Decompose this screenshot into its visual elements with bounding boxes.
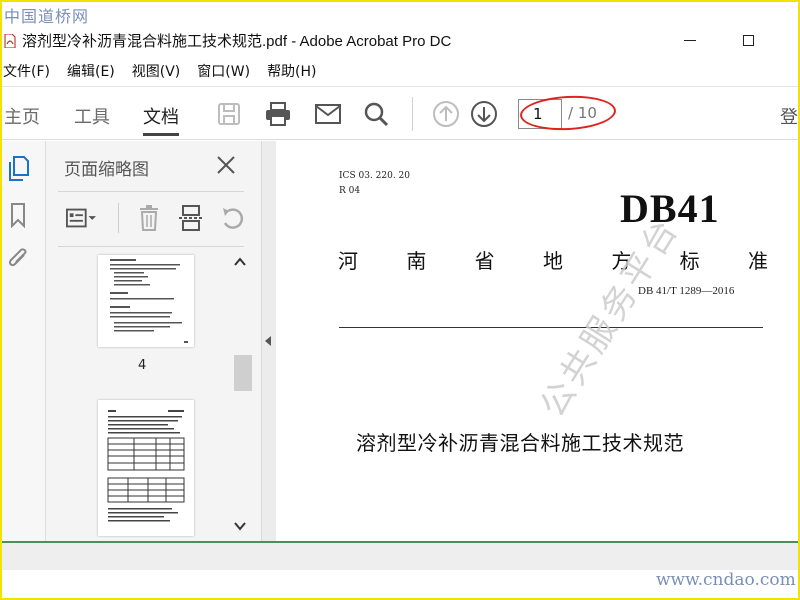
close-icon	[217, 156, 235, 174]
pdf-file-icon	[4, 33, 16, 49]
collapse-arrow-icon	[265, 336, 271, 346]
delete-page-button[interactable]	[134, 203, 164, 233]
menu-bar: 文件(F) 编辑(E) 视图(V) 窗口(W) 帮助(H)	[2, 58, 798, 84]
chevron-down-icon[interactable]	[234, 521, 246, 533]
toolbar-separator	[412, 97, 413, 131]
heading-char: 南	[406, 249, 427, 273]
main-toolbar: 主页 工具 文档 1 / 10 登	[2, 86, 798, 140]
maximize-icon	[742, 34, 754, 46]
standard-type-heading: 河 南 省 地 方 标 准	[338, 245, 768, 274]
menu-window[interactable]: 窗口(W)	[197, 61, 250, 81]
page-thumbnails-icon[interactable]	[6, 155, 32, 183]
thumbnail-options-button[interactable]	[66, 203, 96, 233]
search-icon[interactable]	[361, 99, 391, 129]
bookmark-icon[interactable]	[6, 201, 32, 229]
panel-divider	[58, 246, 244, 247]
heading-char: 河	[338, 249, 358, 273]
window-titlebar: 溶剂型冷补沥青混合料施工技术规范.pdf - Adobe Acrobat Pro…	[2, 24, 798, 56]
document-view[interactable]: ICS 03. 220. 20 R 04 DB41 河 南 省 地 方 标 准 …	[276, 141, 798, 541]
page-up-icon[interactable]	[431, 99, 461, 129]
scrollbar-thumb[interactable]	[234, 355, 252, 391]
attachment-icon[interactable]	[6, 245, 32, 273]
menu-edit[interactable]: 编辑(E)	[67, 61, 115, 81]
ics-code: ICS 03. 220. 20 R 04	[339, 169, 410, 199]
document-title: 溶剂型冷补沥青混合料施工技术规范	[356, 431, 684, 455]
document-watermark: 公共服务平台	[532, 209, 688, 425]
footer-watermark: www.cndao.com	[656, 570, 796, 590]
extract-page-button[interactable]	[176, 203, 206, 233]
close-panel-button[interactable]	[214, 153, 238, 177]
page-thumbnails-panel: 页面缩略图 4	[46, 141, 262, 541]
tab-home[interactable]: 主页	[4, 103, 40, 129]
email-icon[interactable]	[313, 99, 343, 129]
heading-char: 地	[542, 249, 563, 273]
trash-icon	[140, 205, 158, 231]
collapse-panel-handle[interactable]	[262, 141, 276, 541]
login-button[interactable]: 登	[780, 103, 800, 129]
status-bar	[2, 543, 798, 570]
minimize-button[interactable]	[678, 30, 702, 50]
minimize-icon	[684, 39, 696, 41]
extract-icon	[179, 205, 203, 231]
panel-divider	[58, 191, 244, 192]
page-thumbnail[interactable]	[98, 400, 194, 536]
maximize-button[interactable]	[736, 30, 760, 50]
heading-char: 标	[679, 249, 700, 273]
thumbnail-page-label: 4	[138, 358, 147, 373]
category-line: R 04	[339, 186, 361, 196]
menu-view[interactable]: 视图(V)	[132, 61, 181, 81]
chevron-up-icon[interactable]	[234, 257, 246, 269]
page-down-icon[interactable]	[469, 99, 499, 129]
panel-title: 页面缩略图	[64, 160, 149, 180]
navigation-rail	[2, 141, 46, 541]
header-rule	[339, 327, 763, 328]
page-thumbnail[interactable]	[98, 255, 194, 347]
rotate-icon	[223, 208, 244, 229]
window-title: 溶剂型冷补沥青混合料施工技术规范.pdf - Adobe Acrobat Pro…	[22, 32, 452, 50]
panel-tool-separator	[118, 203, 119, 233]
save-icon[interactable]	[214, 99, 244, 129]
heading-char: 省	[474, 249, 495, 273]
tab-document[interactable]: 文档	[143, 103, 179, 136]
thumbnails-scrollbar[interactable]	[232, 255, 252, 537]
ics-line: ICS 03. 220. 20	[339, 171, 410, 181]
tab-tools[interactable]: 工具	[74, 103, 110, 129]
menu-file[interactable]: 文件(F)	[3, 61, 50, 81]
rotate-page-button[interactable]	[218, 203, 248, 233]
menu-help[interactable]: 帮助(H)	[267, 61, 316, 81]
print-icon[interactable]	[263, 99, 293, 129]
heading-char: 准	[747, 249, 768, 273]
